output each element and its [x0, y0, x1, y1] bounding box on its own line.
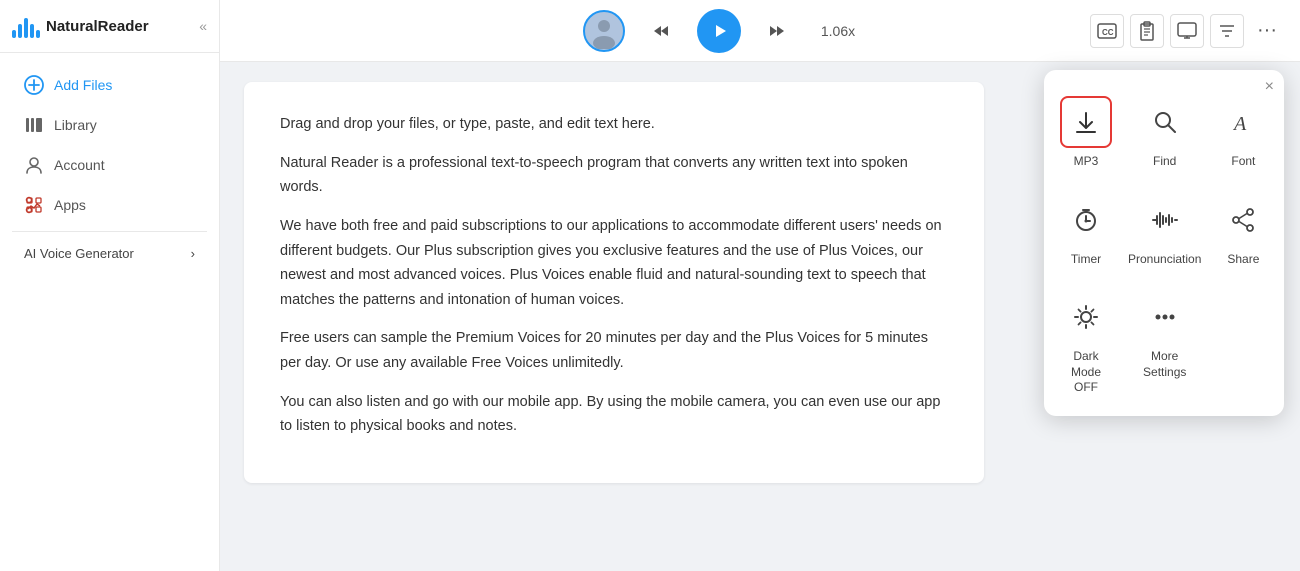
apps-icon	[24, 195, 44, 215]
sidebar-item-apps[interactable]: Apps	[6, 185, 213, 225]
document-panel: Drag and drop your files, or type, paste…	[244, 82, 984, 483]
font-icon: A	[1217, 96, 1269, 148]
popup-item-more-settings[interactable]: MoreSettings	[1124, 283, 1205, 404]
rewind-button[interactable]	[643, 13, 679, 49]
doc-paragraph-3: We have both free and paid subscriptions…	[280, 214, 948, 313]
popup-item-label: Pronunciation	[1128, 252, 1201, 268]
library-icon	[24, 115, 44, 135]
logo-bar-5	[36, 30, 40, 38]
topbar-center: 1.06x	[583, 9, 863, 53]
waveform-icon	[1139, 194, 1191, 246]
popup-item-label: Dark ModeOFF	[1060, 349, 1112, 396]
popup-item-timer[interactable]: Timer	[1056, 186, 1116, 276]
popup-item-label: Timer	[1071, 252, 1101, 268]
doc-paragraph-1: Drag and drop your files, or type, paste…	[280, 112, 948, 137]
plus-circle-icon	[24, 75, 44, 95]
monitor-button[interactable]	[1170, 14, 1204, 48]
sun-icon	[1060, 291, 1112, 343]
main: 1.06x CC	[220, 0, 1300, 571]
share-icon	[1217, 194, 1269, 246]
dots-icon	[1139, 291, 1191, 343]
collapse-sidebar-button[interactable]: «	[199, 18, 207, 34]
popup-menu: × MP3	[1044, 70, 1284, 416]
popup-item-mp3[interactable]: MP3	[1056, 88, 1116, 178]
popup-item-dark-mode[interactable]: Dark ModeOFF	[1056, 283, 1116, 404]
logo-bar-3	[24, 18, 28, 38]
doc-paragraph-5: You can also listen and go with our mobi…	[280, 390, 948, 439]
speed-display[interactable]: 1.06x	[813, 19, 863, 43]
topbar-right: CC	[1090, 14, 1284, 48]
popup-item-label: Find	[1153, 154, 1176, 170]
timer-icon	[1060, 194, 1112, 246]
search-icon	[1139, 96, 1191, 148]
popup-close-button[interactable]: ×	[1265, 78, 1274, 96]
forward-button[interactable]	[759, 13, 795, 49]
filter-button[interactable]	[1210, 14, 1244, 48]
sidebar-item-library[interactable]: Library	[6, 105, 213, 145]
sidebar-section-label: AI Voice Generator	[24, 246, 134, 261]
download-icon	[1060, 96, 1112, 148]
logo-text: NaturalReader	[46, 18, 149, 35]
sidebar-item-add-files[interactable]: Add Files	[6, 65, 213, 105]
sidebar-item-label: Apps	[54, 197, 86, 213]
play-button[interactable]	[697, 9, 741, 53]
popup-item-font[interactable]: A Font	[1213, 88, 1273, 178]
doc-paragraph-2: Natural Reader is a professional text-to…	[280, 151, 948, 200]
sidebar-header: NaturalReader «	[0, 0, 219, 53]
sidebar-item-account[interactable]: Account	[6, 145, 213, 185]
logo: NaturalReader	[12, 14, 149, 38]
sidebar-nav: Add Files Library Account	[0, 53, 219, 571]
popup-grid: MP3 Find A Font	[1056, 88, 1272, 404]
topbar: 1.06x CC	[220, 0, 1300, 62]
sidebar-item-label: Account	[54, 157, 105, 173]
logo-bar-2	[18, 24, 22, 38]
popup-item-label: Font	[1231, 154, 1255, 170]
sidebar-item-label: Library	[54, 117, 97, 133]
sidebar-item-label: Add Files	[54, 77, 112, 93]
clipboard-button[interactable]	[1130, 14, 1164, 48]
sidebar-divider	[12, 231, 207, 232]
sidebar: NaturalReader « Add Files	[0, 0, 220, 571]
person-icon	[24, 155, 44, 175]
logo-bar-4	[30, 24, 34, 38]
logo-bar-1	[12, 30, 16, 38]
svg-text:CC: CC	[1102, 28, 1114, 37]
popup-item-pronunciation[interactable]: Pronunciation	[1124, 186, 1205, 276]
doc-paragraph-4: Free users can sample the Premium Voices…	[280, 326, 948, 375]
popup-item-share[interactable]: Share	[1213, 186, 1273, 276]
popup-item-find[interactable]: Find	[1124, 88, 1205, 178]
cc-button[interactable]: CC	[1090, 14, 1124, 48]
more-options-button[interactable]: ···	[1250, 14, 1284, 48]
logo-icon	[12, 14, 40, 38]
chevron-right-icon: ›	[191, 246, 195, 261]
popup-item-label: MoreSettings	[1143, 349, 1186, 380]
avatar[interactable]	[583, 10, 625, 52]
sidebar-item-ai-voice-generator[interactable]: AI Voice Generator ›	[6, 238, 213, 269]
svg-text:A: A	[1232, 113, 1247, 135]
popup-item-label: MP3	[1074, 154, 1099, 170]
popup-item-label: Share	[1227, 252, 1259, 268]
